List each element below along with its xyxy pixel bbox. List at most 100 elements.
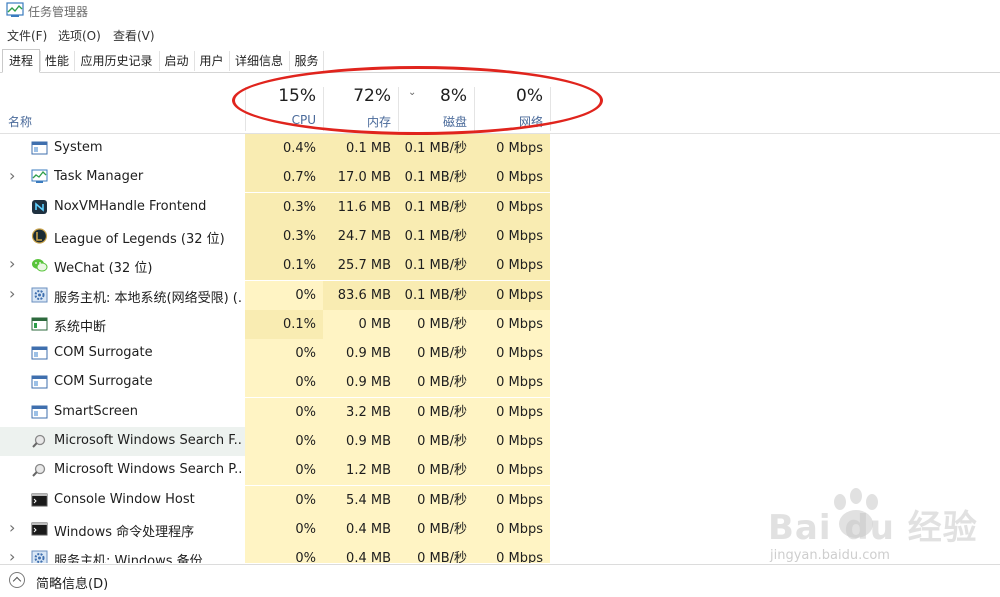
process-list: System 0.4% 0.1 MB 0.1 MB/秒 0 Mbps › Task Mana…: [0, 134, 1000, 563]
process-name: Console Window Host: [54, 491, 195, 507]
process-name-cell[interactable]: League of Legends (32 位): [0, 222, 245, 251]
process-name-cell[interactable]: Microsoft Windows Search F...: [0, 427, 245, 456]
disk-value: 0.1 MB/秒: [398, 192, 474, 222]
process-name-cell[interactable]: 系统中断: [0, 310, 245, 339]
disk-value: 0 MB/秒: [398, 309, 474, 339]
cpu-value: 0%: [245, 427, 323, 456]
memory-column-label[interactable]: 内存: [326, 113, 391, 130]
console-icon: [31, 492, 48, 508]
wechat-icon: [31, 257, 48, 273]
cpu-column-label[interactable]: CPU: [250, 113, 316, 127]
system-interrupt-icon: [31, 316, 48, 332]
memory-total-percent[interactable]: 72%: [326, 86, 391, 106]
process-name-cell[interactable]: COM Surrogate: [0, 339, 245, 368]
process-row[interactable]: Microsoft Windows Search P... 0% 1.2 MB 0 M…: [0, 456, 1000, 486]
process-name: Task Manager: [54, 169, 144, 185]
nox-icon: [31, 199, 48, 215]
tab-services[interactable]: 服务: [289, 51, 324, 71]
process-row[interactable]: › Task Manager 0.7% 17.0 MB 0.1 MB/秒 0 Mbps: [0, 163, 1000, 193]
column-divider: [474, 87, 475, 131]
memory-value: 0.4 MB: [323, 544, 398, 563]
process-name: SmartScreen: [54, 403, 139, 419]
process-name: COM Surrogate: [54, 345, 153, 361]
process-name: WeChat (32 位): [54, 261, 153, 277]
cpu-value: 0%: [245, 280, 323, 310]
process-row[interactable]: › Windows 命令处理程序 0% 0.4 MB 0 MB/秒 0 Mbps: [0, 514, 1000, 544]
process-name: System: [54, 140, 103, 155]
process-row[interactable]: › WeChat (32 位) 0.1% 25.7 MB 0.1 MB/秒 0 Mbps: [0, 251, 1000, 281]
process-name-cell[interactable]: › 服务主机: Windows 备份: [0, 544, 245, 563]
cpu-value: 0.3%: [245, 221, 323, 251]
chevron-up-circle-icon[interactable]: [9, 572, 25, 588]
network-value: 0 Mbps: [474, 280, 550, 310]
process-row[interactable]: SmartScreen 0% 3.2 MB 0 MB/秒 0 Mbps: [0, 397, 1000, 427]
cpu-total-percent[interactable]: 15%: [250, 86, 316, 106]
process-name-cell[interactable]: NoxVMHandle Frontend: [0, 193, 245, 222]
window-title: 任务管理器: [28, 5, 89, 19]
tab-details[interactable]: 详细信息: [229, 51, 288, 71]
process-name: 服务主机: Windows 备份: [54, 554, 203, 563]
disk-value: 0 MB/秒: [398, 427, 474, 456]
process-name-cell[interactable]: › 服务主机: 本地系统(网络受限) (...: [0, 281, 245, 310]
tab-processes[interactable]: 进程: [2, 49, 40, 73]
process-row[interactable]: League of Legends (32 位) 0.3% 24.7 MB 0.1 M…: [0, 221, 1000, 251]
column-name-header[interactable]: 名称: [8, 113, 32, 130]
expand-chevron-icon[interactable]: ›: [9, 166, 15, 185]
task-manager-icon: [6, 2, 24, 17]
process-row[interactable]: › 服务主机: 本地系统(网络受限) (... 0% 83.6 MB 0.1 MB/秒 0…: [0, 280, 1000, 310]
disk-value: 0 MB/秒: [398, 368, 474, 398]
network-value: 0 Mbps: [474, 514, 550, 544]
disk-value: 0 MB/秒: [398, 339, 474, 369]
disk-value: 0 MB/秒: [398, 485, 474, 515]
process-name-cell[interactable]: › Task Manager: [0, 163, 245, 192]
network-value: 0 Mbps: [474, 427, 550, 456]
process-row[interactable]: 系统中断 0.1% 0 MB 0 MB/秒 0 Mbps: [0, 309, 1000, 339]
expand-chevron-icon[interactable]: ›: [9, 284, 15, 303]
process-row[interactable]: Microsoft Windows Search F... 0% 0.9 MB 0 M…: [0, 427, 1000, 456]
cpu-value: 0%: [245, 456, 323, 486]
process-name-cell[interactable]: › Windows 命令处理程序: [0, 515, 245, 544]
tab-strip: 进程 性能 应用历史记录 启动 用户 详细信息 服务: [0, 48, 1000, 73]
process-name: 系统中断: [54, 319, 107, 335]
tab-performance[interactable]: 性能: [40, 51, 73, 71]
column-divider: [550, 87, 551, 131]
expand-chevron-icon[interactable]: ›: [9, 547, 15, 563]
process-row[interactable]: System 0.4% 0.1 MB 0.1 MB/秒 0 Mbps: [0, 134, 1000, 163]
disk-column-label[interactable]: 磁盘: [401, 113, 467, 130]
process-name-cell[interactable]: Microsoft Windows Search P...: [0, 456, 245, 485]
network-total-percent[interactable]: 0%: [477, 86, 543, 106]
expand-chevron-icon[interactable]: ›: [9, 518, 15, 537]
menu-view[interactable]: 查看(V): [113, 27, 155, 44]
process-row[interactable]: COM Surrogate 0% 0.9 MB 0 MB/秒 0 Mbps: [0, 339, 1000, 369]
network-value: 0 Mbps: [474, 544, 550, 563]
tab-app-history[interactable]: 应用历史记录: [74, 51, 158, 71]
process-row[interactable]: NoxVMHandle Frontend 0.3% 11.6 MB 0.1 MB/秒 0…: [0, 192, 1000, 222]
tab-users[interactable]: 用户: [194, 51, 228, 71]
process-row[interactable]: COM Surrogate 0% 0.9 MB 0 MB/秒 0 Mbps: [0, 368, 1000, 398]
system-window-icon: [31, 374, 48, 390]
menu-file[interactable]: 文件(F): [7, 27, 47, 44]
system-window-icon: [31, 345, 48, 361]
process-row[interactable]: › 服务主机: Windows 备份 0% 0.4 MB 0 MB/秒 0 Mbps: [0, 544, 1000, 563]
tab-startup[interactable]: 启动: [159, 51, 193, 71]
expand-chevron-icon[interactable]: ›: [9, 254, 15, 273]
process-name-cell[interactable]: Console Window Host: [0, 486, 245, 515]
process-name-cell[interactable]: › WeChat (32 位): [0, 251, 245, 280]
network-column-label[interactable]: 网络: [477, 113, 543, 130]
memory-value: 0 MB: [323, 309, 398, 339]
process-name-cell[interactable]: System: [0, 134, 245, 163]
process-row[interactable]: Console Window Host 0% 5.4 MB 0 MB/秒 0 Mbps: [0, 485, 1000, 515]
disk-total-percent[interactable]: 8%: [401, 86, 467, 106]
service-gear-icon: [31, 550, 48, 563]
process-name-cell[interactable]: SmartScreen: [0, 398, 245, 427]
menu-options[interactable]: 选项(O): [58, 27, 101, 44]
memory-value: 0.9 MB: [323, 339, 398, 369]
fewer-details-link[interactable]: 简略信息(D): [36, 573, 108, 592]
process-name-cell[interactable]: COM Surrogate: [0, 368, 245, 397]
cpu-value: 0.4%: [245, 134, 323, 163]
system-window-icon: [31, 404, 48, 420]
process-name: Windows 命令处理程序: [54, 524, 195, 540]
menu-bar: 文件(F) 选项(O) 查看(V): [0, 26, 1000, 46]
process-name: Microsoft Windows Search F...: [54, 433, 242, 448]
disk-value: 0 MB/秒: [398, 397, 474, 427]
